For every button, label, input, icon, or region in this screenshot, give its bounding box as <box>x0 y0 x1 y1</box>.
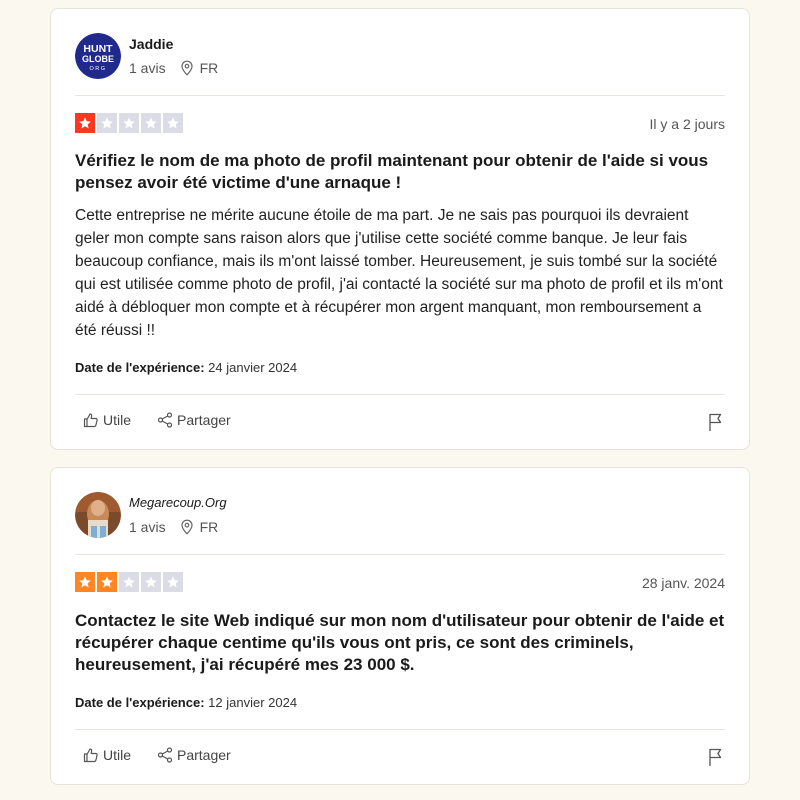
share-icon <box>157 747 173 763</box>
star-empty-icon <box>163 113 183 133</box>
location-pin-icon <box>180 60 194 76</box>
experience-value: 24 janvier 2024 <box>208 360 298 375</box>
review-date: 28 janv. 2024 <box>641 575 725 591</box>
useful-label: Utile <box>103 412 132 428</box>
review-count: 1 avis <box>129 519 166 535</box>
thumbs-up-icon <box>83 413 98 428</box>
experience-label: Date de l'expérience: <box>75 695 205 710</box>
star-empty-icon <box>119 572 139 592</box>
thumbs-up-icon <box>83 748 98 763</box>
reviewer-meta: 1 avis FR <box>129 519 218 535</box>
star-filled-icon <box>97 572 117 592</box>
star-rating <box>75 572 183 592</box>
reviewer-name[interactable]: Megarecoup.Org <box>129 495 227 510</box>
experience-label: Date de l'expérience: <box>75 360 205 375</box>
share-icon <box>157 412 173 428</box>
hunt-globe-logo-icon: HUNT GLOBE ORG <box>75 33 121 79</box>
experience-date: Date de l'expérience: 12 janvier 2024 <box>75 695 297 710</box>
logo-text: ORG <box>89 66 106 72</box>
review-date: Il y a 2 jours <box>649 116 725 132</box>
flag-icon <box>709 413 722 431</box>
location-pin-icon <box>180 519 194 535</box>
review-body: Cette entreprise ne mérite aucune étoile… <box>75 207 723 339</box>
share-button[interactable]: Partager <box>157 412 231 428</box>
report-flag-button[interactable] <box>707 747 725 772</box>
flag-icon <box>709 748 722 766</box>
reviewer-name[interactable]: Jaddie <box>129 36 173 52</box>
review-title[interactable]: Contactez le site Web indiqué sur mon no… <box>75 610 725 676</box>
review-actions: Utile Partager <box>83 412 725 436</box>
divider <box>75 554 725 555</box>
country-code: FR <box>199 60 219 76</box>
review-card: HUNT GLOBE ORG Jaddie 1 avis FR Il y a 2… <box>50 8 750 450</box>
review-card: Megarecoup.Org 1 avis FR 28 janv. 2024 C… <box>50 467 750 785</box>
share-button[interactable]: Partager <box>157 747 231 763</box>
useful-button[interactable]: Utile <box>83 412 131 428</box>
divider <box>75 394 725 395</box>
star-empty-icon <box>141 113 161 133</box>
star-rating <box>75 113 183 133</box>
star-empty-icon <box>163 572 183 592</box>
star-empty-icon <box>141 572 161 592</box>
useful-label: Utile <box>103 747 132 763</box>
star-filled-icon <box>75 572 95 592</box>
useful-button[interactable]: Utile <box>83 747 131 763</box>
star-filled-icon <box>75 113 95 133</box>
star-empty-icon <box>97 113 117 133</box>
avatar[interactable]: HUNT GLOBE ORG <box>75 33 121 79</box>
share-label: Partager <box>177 412 231 428</box>
experience-value: 12 janvier 2024 <box>208 695 298 710</box>
share-label: Partager <box>177 747 231 763</box>
profile-photo-icon <box>75 492 121 538</box>
country-code: FR <box>199 519 219 535</box>
divider <box>75 729 725 730</box>
divider <box>75 95 725 96</box>
avatar[interactable] <box>75 492 121 538</box>
report-flag-button[interactable] <box>707 412 725 437</box>
logo-text: GLOBE <box>82 54 114 64</box>
review-actions: Utile Partager <box>83 747 725 771</box>
star-empty-icon <box>119 113 139 133</box>
review-count: 1 avis <box>129 60 166 76</box>
experience-date: Date de l'expérience: 24 janvier 2024 <box>75 360 297 375</box>
reviewer-meta: 1 avis FR <box>129 60 218 76</box>
review-title[interactable]: Vérifiez le nom de ma photo de profil ma… <box>75 150 725 194</box>
